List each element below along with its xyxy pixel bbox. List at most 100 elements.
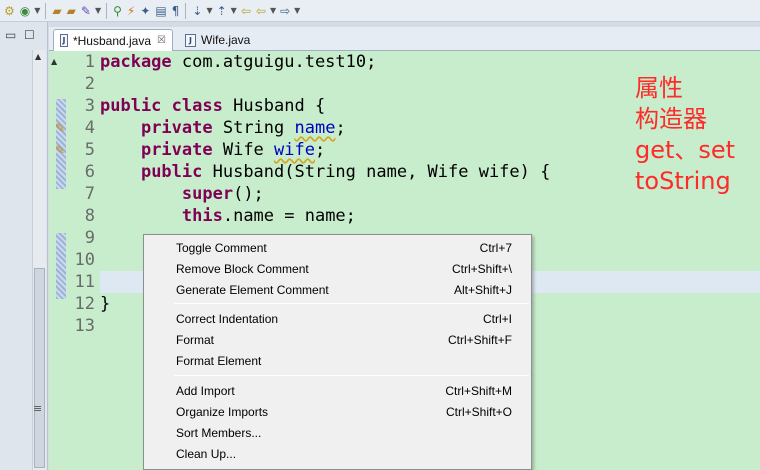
menu-item-shortcut: Ctrl+Shift+F: [447, 332, 512, 347]
tab-label: Wife.java: [201, 33, 251, 47]
menu-item-add-import[interactable]: Add Import Ctrl+Shift+M: [144, 380, 531, 401]
new-wizard-icon[interactable]: ⚙: [2, 2, 17, 20]
open-task-icon[interactable]: ▤: [153, 2, 168, 20]
line-number: 2: [84, 74, 95, 94]
prev-annotation-icon[interactable]: ⇡: [215, 2, 229, 20]
code-token: class: [171, 96, 223, 116]
line-number: 8: [84, 206, 95, 226]
code-line[interactable]: this.name = name;: [100, 205, 760, 227]
menu-item-shortcut: Ctrl+7: [479, 240, 512, 255]
code-token: Husband(String name, Wife wife) {: [202, 162, 551, 182]
line-number: 9: [84, 228, 95, 248]
menu-item-shortcut: Ctrl+Shift+O: [445, 404, 512, 419]
code-token: this: [181, 206, 223, 226]
code-token: Wife: [212, 140, 275, 160]
code-token: }: [100, 294, 111, 314]
line-number: 11: [74, 272, 95, 292]
annotation-line: get、set: [635, 136, 736, 164]
menu-separator: [174, 303, 529, 304]
menu-item-label: Remove Block Comment: [176, 261, 309, 276]
prev-annotation-dropdown-icon[interactable]: ▼: [230, 2, 238, 20]
tab-wife-java[interactable]: J Wife.java: [179, 29, 269, 51]
annotation-line: toString: [635, 167, 731, 195]
tools-icon[interactable]: ✎: [79, 2, 93, 20]
forward-dropdown-icon[interactable]: ▼: [293, 2, 301, 20]
menu-item-organize-imports[interactable]: Organize Imports Ctrl+Shift+O: [144, 401, 531, 422]
code-token: public: [140, 162, 203, 182]
code-token: com.atguigu.test10;: [171, 52, 377, 72]
menu-item-label: Sort Members...: [176, 425, 262, 440]
menu-item-format-element[interactable]: Format Element: [144, 350, 531, 371]
code-token: wife: [274, 140, 315, 160]
menu-item-shortcut: Ctrl+Shift+\: [451, 261, 512, 276]
menu-item-generate-element-comment[interactable]: Generate Element Comment Alt+Shift+J: [144, 279, 531, 300]
forward-icon[interactable]: ⇨: [278, 2, 292, 20]
scrollbar-thumb[interactable]: [34, 268, 45, 468]
java-file-icon: J: [185, 33, 196, 47]
menu-item-clean-up[interactable]: Clean Up...: [144, 443, 531, 464]
menu-item-shortcut: Ctrl+Shift+M: [445, 383, 512, 398]
scroll-up-icon[interactable]: ▲: [35, 52, 41, 61]
back-history-icon[interactable]: ⇦: [254, 2, 268, 20]
close-tab-icon[interactable]: ☒: [157, 35, 166, 46]
main-toolbar: ⚙ ◉ ▼ ▰ ▰ ✎ ▼ ⚲ ⚡ ✦ ▤ ¶ ⇣ ▼ ⇡ ▼ ⇦ ⇦ ▼ ⇨ …: [0, 0, 760, 22]
line-number: 1: [84, 52, 95, 72]
debug-dropdown-icon[interactable]: ▼: [33, 2, 41, 20]
build-icon[interactable]: ⚡: [125, 2, 137, 20]
menu-item-toggle-comment[interactable]: Toggle Comment Ctrl+7: [144, 237, 531, 258]
debug-icon[interactable]: ◉: [18, 2, 32, 20]
minimize-icon[interactable]: ▭: [5, 28, 16, 42]
line-number: 10: [74, 250, 95, 270]
menu-item-label: Clean Up...: [176, 446, 237, 461]
line-numbers: 1 2 3 4 5 6 7 8 9 10 11 12 13: [63, 51, 97, 337]
maximize-icon[interactable]: ☐: [24, 28, 35, 42]
editor-tabs: J *Husband.java ☒ J Wife.java: [49, 27, 760, 51]
next-annotation-icon[interactable]: ⇣: [190, 2, 204, 20]
menu-item-label: Format: [176, 332, 215, 347]
menu-item-sort-members[interactable]: Sort Members...: [144, 422, 531, 443]
back-icon[interactable]: ⇦: [239, 2, 253, 20]
open-folder-icon[interactable]: ▰: [50, 2, 63, 20]
search-icon[interactable]: ⚲: [111, 2, 124, 20]
annotation-line: 构造器: [635, 105, 707, 133]
annotation-note: 属性 构造器 get、set toString: [635, 73, 735, 197]
code-token: ;: [314, 140, 326, 160]
menu-item-shortcut: Ctrl+I: [482, 311, 512, 326]
line-number: 12: [74, 294, 95, 314]
menu-item-label: Organize Imports: [176, 404, 269, 419]
warning-icon[interactable]: ✎: [55, 121, 69, 135]
refactor-icon[interactable]: ✦: [138, 2, 152, 20]
menu-item-label: Format Element: [176, 353, 262, 368]
collapse-icon[interactable]: ▲: [51, 57, 57, 66]
java-file-icon: J: [60, 34, 68, 47]
tools-dropdown-icon[interactable]: ▼: [94, 2, 102, 20]
code-token: ;: [335, 118, 346, 138]
open-project-icon[interactable]: ▰: [65, 2, 78, 20]
grip-icon: ≡: [33, 402, 43, 415]
next-annotation-dropdown-icon[interactable]: ▼: [205, 2, 213, 20]
menu-item-label: Add Import: [176, 383, 235, 398]
warning-icon[interactable]: ✎: [55, 143, 69, 157]
code-token: private: [140, 140, 213, 160]
tab-label: *Husband.java: [72, 33, 152, 48]
tab-husband-java[interactable]: J *Husband.java ☒: [53, 29, 173, 51]
code-token: public: [100, 96, 162, 116]
source-context-menu: Toggle Comment Ctrl+7 Remove Block Comme…: [143, 234, 532, 470]
menu-item-remove-block-comment[interactable]: Remove Block Comment Ctrl+Shift+\: [144, 258, 531, 279]
code-token: private: [140, 118, 213, 138]
line-number: 13: [74, 316, 95, 336]
menu-item-format[interactable]: Format Ctrl+Shift+F: [144, 329, 531, 350]
menu-item-correct-indentation[interactable]: Correct Indentation Ctrl+I: [144, 308, 531, 329]
line-number: 6: [84, 162, 95, 182]
back-dropdown-icon[interactable]: ▼: [269, 2, 277, 20]
format-icon[interactable]: ¶: [170, 2, 182, 20]
code-token: super: [181, 184, 234, 204]
menu-item-label: Generate Element Comment: [176, 282, 329, 297]
code-line[interactable]: package com.atguigu.test10;: [100, 51, 760, 73]
